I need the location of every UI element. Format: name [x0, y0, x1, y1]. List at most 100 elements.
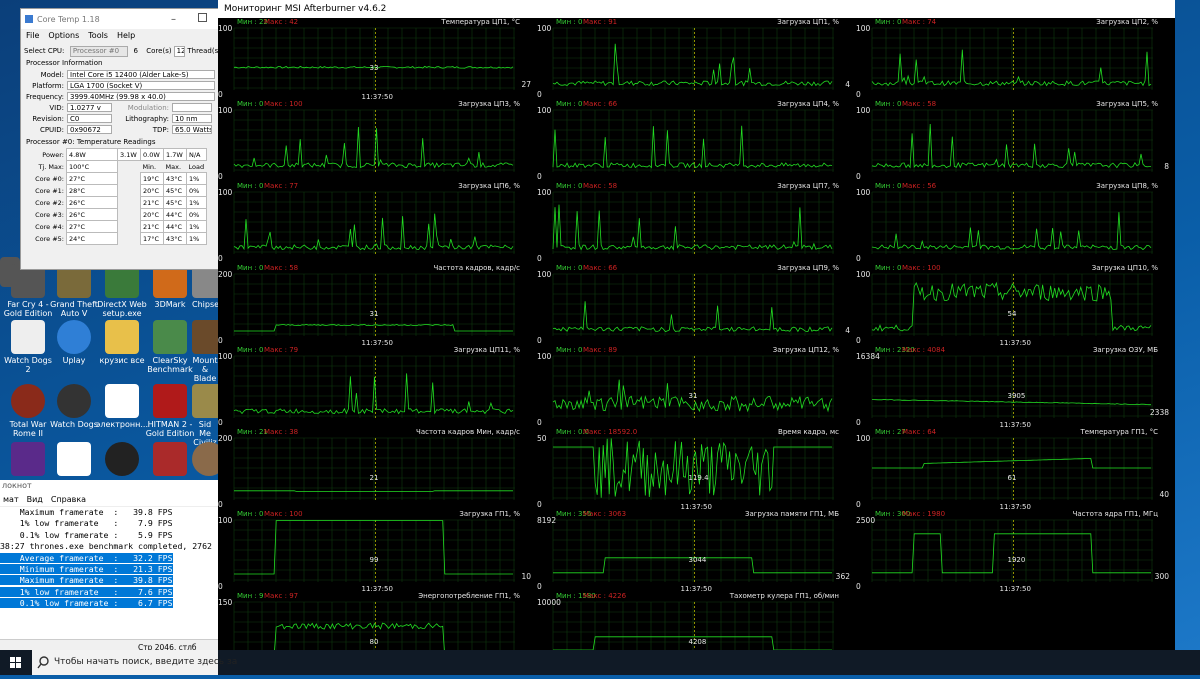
- graph-min-label: Мин : 0: [237, 100, 264, 108]
- taskbar: Чтобы начать поиск, введите здесь за: [0, 650, 1200, 675]
- menu-help[interactable]: Справка: [51, 495, 86, 504]
- desktop-icon-extra[interactable]: [48, 440, 100, 476]
- cores-label: Core(s): [146, 47, 172, 55]
- notepad-title[interactable]: локнот: [0, 480, 218, 492]
- minimize-button[interactable]: –: [171, 14, 176, 25]
- graph-max-label: Макс : 100: [264, 510, 303, 518]
- graph-current-value: 27: [521, 80, 531, 89]
- graph-max-label: Макс : 77: [264, 182, 299, 190]
- graph-title: Частота кадров, кадр/с: [433, 264, 520, 272]
- column-max: Max.: [165, 162, 182, 171]
- platform-value: LGA 1700 (Socket V): [67, 81, 215, 90]
- graph-panel: Мин : 0 Макс : 58 Загрузка ЦП5, % 100 0 8: [856, 100, 1171, 182]
- revision-row: Revision: C0 Lithography: 10 nm: [21, 113, 221, 124]
- graph-panel: Мин : 0 Макс : 66 Загрузка ЦП9, % 100 0 4: [537, 264, 852, 346]
- desktop-icon-label: DirectX Web setup.exe: [97, 300, 147, 318]
- graph-cursor-value: 1920: [1007, 556, 1026, 564]
- core-name: Core #2:: [35, 198, 64, 207]
- core-row: Core #0: 27°C 19°C 43°C 1%: [24, 172, 207, 185]
- graph-canvas: [552, 437, 834, 502]
- menu-options[interactable]: Options: [48, 31, 79, 40]
- graph-title: Загрузка ЦП7, %: [777, 182, 839, 190]
- power-value: 1.7W: [163, 148, 187, 161]
- menu-tools[interactable]: Tools: [88, 31, 108, 40]
- graph-ymax: 100: [856, 270, 871, 279]
- core-temp: 27°C: [66, 172, 118, 185]
- desktop-icon-label: 3DMark: [154, 300, 186, 309]
- desktop-icon-6[interactable]: Uplay: [48, 318, 100, 388]
- graph-canvas: [233, 273, 515, 338]
- start-button[interactable]: [0, 650, 32, 675]
- column-load: Load: [188, 162, 205, 171]
- graph-max-label: Макс : 100: [264, 100, 303, 108]
- platform-label: Platform:: [32, 81, 64, 90]
- maximize-button[interactable]: [198, 13, 207, 22]
- graph-panel: Мин : 0 Макс : 100 Загрузка ЦП10, % 100 0 54 1…: [856, 264, 1171, 347]
- graph-cursor-value: 80: [369, 638, 379, 646]
- select-cpu-dropdown[interactable]: Processor #0: [69, 45, 129, 57]
- core-row: Core #4: 27°C 21°C 44°C 1%: [24, 220, 207, 233]
- graph-ymax: 2500: [856, 516, 876, 525]
- coretemp-titlebar[interactable]: Core Temp 1.18 –: [21, 9, 221, 29]
- core-load: 1%: [186, 172, 207, 185]
- graph-max-label: Макс : 66: [583, 100, 618, 108]
- desktop-icon-5[interactable]: Watch Dogs 2: [2, 318, 54, 388]
- graph-ymin: 0: [537, 172, 542, 181]
- graph-panel: Мин : 22 Макс : 42 Температура ЦП1, °С 100 0…: [218, 18, 533, 101]
- graph-min-label: Мин : 0: [556, 182, 583, 190]
- graph-panel: Мин : 2320 Макс : 4084 Загрузка ОЗУ, МБ 163…: [856, 346, 1171, 429]
- desktop-icon-extra[interactable]: [2, 440, 54, 476]
- graph-min-label: Мин : 0: [875, 182, 902, 190]
- graph-title: Загрузка ЦП9, %: [777, 264, 839, 272]
- cpuid-label: CPUID:: [39, 125, 64, 134]
- taskbar-search-box[interactable]: Чтобы начать поиск, введите здесь за: [32, 650, 237, 675]
- select-cpu-label: Select CPU:: [24, 47, 65, 55]
- graph-max-label: Макс : 18592.0: [583, 428, 638, 436]
- graph-panel: Мин : 0.0 Макс : 18592.0 Время кадра, мс 50…: [537, 428, 852, 511]
- cores-count: 6: [133, 47, 138, 55]
- graph-max-label: Макс : 58: [902, 100, 937, 108]
- document-icon: [105, 384, 139, 418]
- graph-panel: Мин : 0 Макс : 77 Загрузка ЦП6, % 100 0: [218, 182, 533, 264]
- vid-row: VID: 1.0277 v Modulation:: [21, 102, 221, 113]
- desktop-icon-extra[interactable]: [96, 440, 148, 476]
- desktop-icon-label: Uplay: [62, 356, 86, 365]
- desktop-icon-9[interactable]: Mount & Blade: [192, 318, 218, 388]
- graph-title: Частота ядра ГП1, МГц: [1072, 510, 1158, 518]
- notepad-text-area[interactable]: Maximum framerate : 39.8 FPS 1% low fram…: [0, 507, 218, 610]
- desktop-icon-label: Far Cry 4 - Gold Edition: [3, 300, 53, 318]
- desktop-icon-8[interactable]: ClearSky Benchmark: [144, 318, 196, 388]
- temperature-readings-header: Processor #0: Temperature Readings: [26, 138, 156, 146]
- vid-value: 1.0277 v: [67, 103, 112, 112]
- notepad-line-text: Maximum framerate : 39.8 FPS: [0, 575, 173, 586]
- desktop-icon-label: Watch Dogs: [50, 420, 98, 429]
- graph-max-label: Макс : 38: [264, 428, 299, 436]
- graph-title: Энергопотребление ГП1, %: [418, 592, 520, 600]
- notepad-line-text: Average framerate : 32.2 FPS: [0, 552, 173, 563]
- graph-ymax: 50: [537, 434, 547, 443]
- graph-max-label: Макс : 74: [902, 18, 937, 26]
- graph-ymax: 100: [218, 188, 233, 197]
- menu-help[interactable]: Help: [117, 31, 135, 40]
- graph-ymin: 0: [537, 254, 542, 263]
- menu-file[interactable]: File: [26, 31, 39, 40]
- windows-logo-icon: [10, 657, 21, 668]
- desktop-icon-7[interactable]: крузис все: [96, 318, 148, 388]
- graph-ymax: 10000: [537, 598, 561, 607]
- menu-view[interactable]: Вид: [27, 495, 43, 504]
- desktop-icon-extra[interactable]: [192, 440, 218, 476]
- graph-current-value: 2338: [1149, 408, 1169, 417]
- core-temp: 24°C: [66, 232, 118, 245]
- graph-canvas: [871, 191, 1153, 256]
- revision-label: Revision:: [32, 114, 64, 123]
- core-load: 1%: [186, 196, 207, 209]
- afterburner-title[interactable]: Мониторинг MSI Afterburner v4.6.2: [218, 0, 1175, 18]
- window-icon: [57, 442, 91, 476]
- coretemp-title: Core Temp 1.18: [37, 14, 100, 24]
- graph-ymin: 0: [218, 172, 223, 181]
- desktop-icon-extra[interactable]: [144, 440, 196, 476]
- tdp-label: TDP:: [152, 125, 169, 134]
- graph-title: Частота кадров Мин, кадр/с: [416, 428, 520, 436]
- menu-format[interactable]: мат: [3, 495, 19, 504]
- desktop-icon-label: электронн...: [96, 420, 148, 429]
